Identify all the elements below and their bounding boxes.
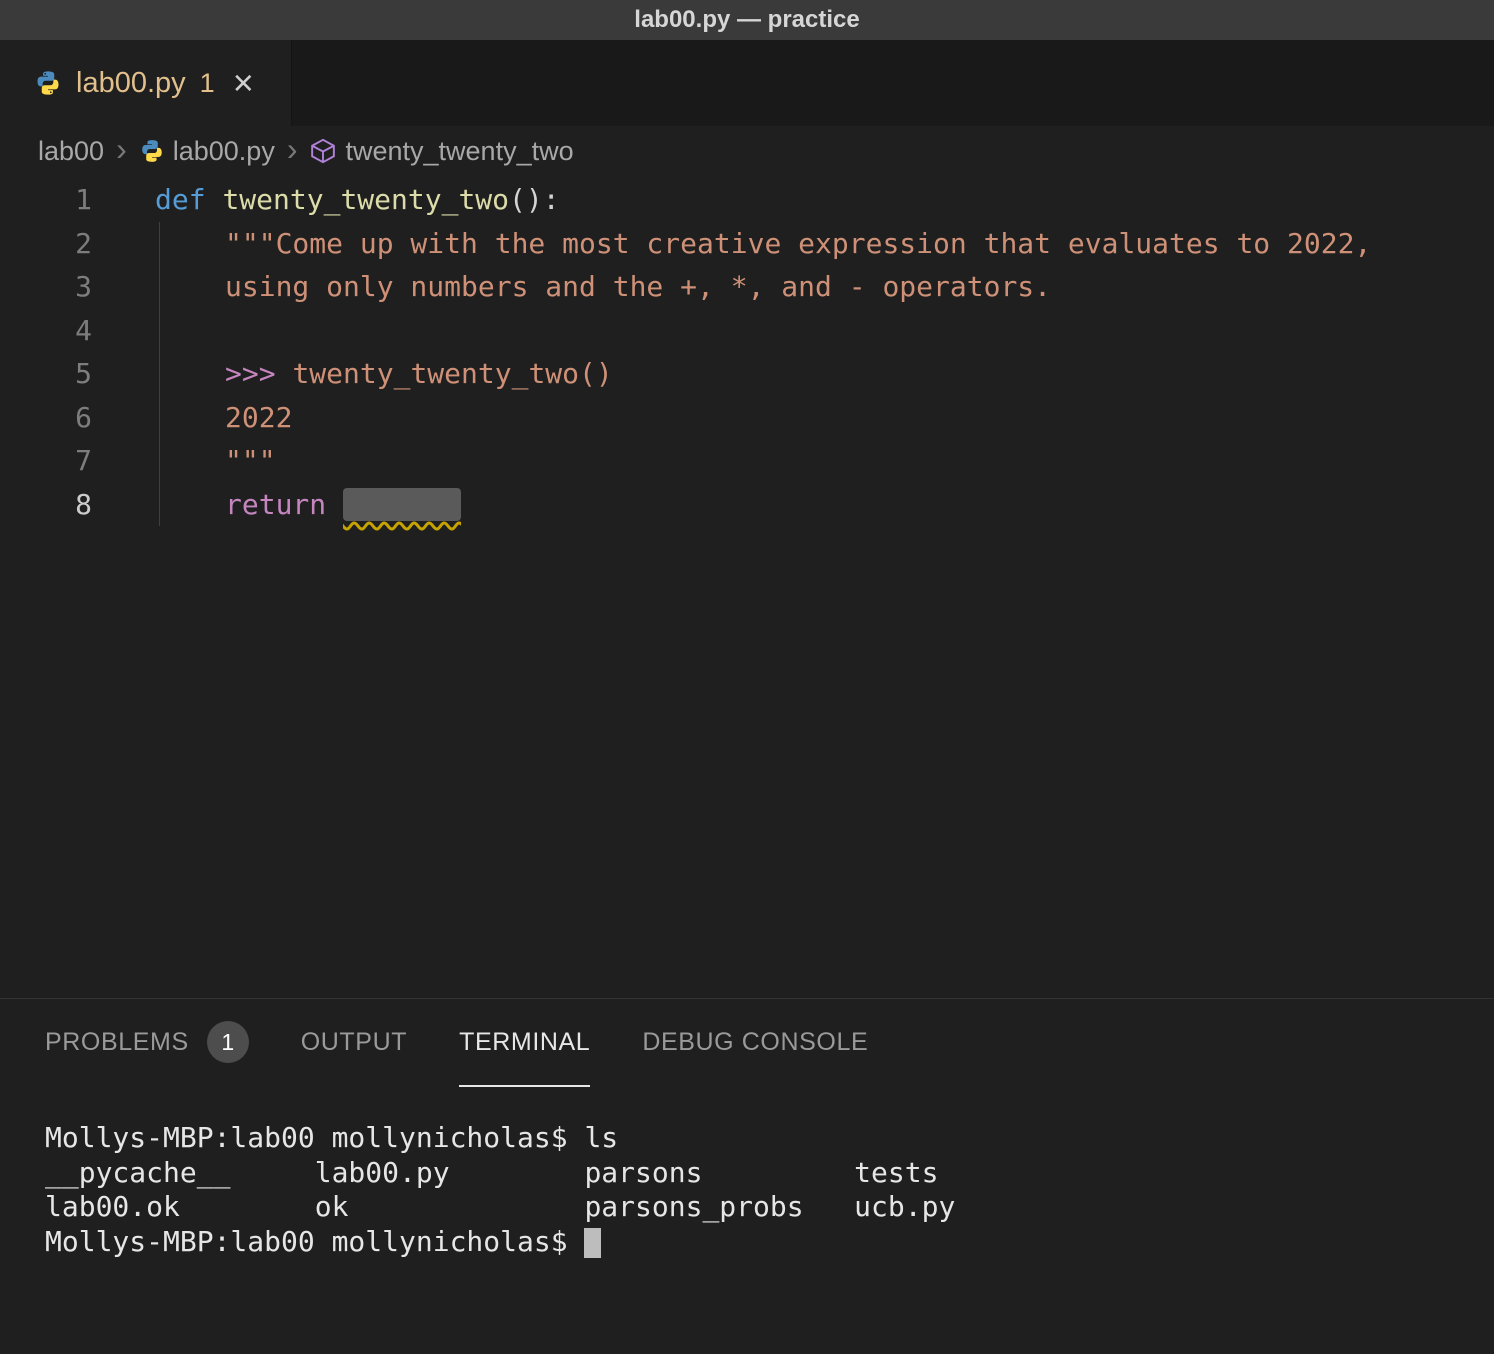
breadcrumb-item-symbol[interactable]: twenty_twenty_two <box>309 136 573 167</box>
code-line[interactable]: 2 """Come up with the most creative expre… <box>0 222 1494 266</box>
line-number: 6 <box>0 396 112 440</box>
code-line-content[interactable]: def twenty_twenty_two(): <box>112 178 560 222</box>
code-line[interactable]: 7 """ <box>0 439 1494 483</box>
window-title: lab00.py — practice <box>634 6 859 34</box>
symbol-cube-icon <box>309 137 337 165</box>
breadcrumb-item-folder[interactable]: lab00 <box>38 136 104 167</box>
line-number: 5 <box>0 352 112 396</box>
tab-modified-badge: 1 <box>200 68 215 99</box>
panel-tab-terminal[interactable]: TERMINAL <box>459 999 590 1087</box>
code-token: >>> <box>225 357 292 390</box>
code-line[interactable]: 4 <box>0 309 1494 353</box>
panel-tab-bar: PROBLEMS 1 OUTPUT TERMINAL DEBUG CONSOLE <box>0 999 1494 1087</box>
breadcrumb-item-file[interactable]: lab00.py <box>139 136 275 167</box>
editor-lines: 1def twenty_twenty_two():2"""Come up wit… <box>0 178 1494 526</box>
indent-guide-icon <box>159 222 225 266</box>
problems-count-badge: 1 <box>207 1021 249 1063</box>
code-token: using only numbers and the +, *, and - o… <box>225 270 1051 303</box>
code-line[interactable]: 1def twenty_twenty_two(): <box>0 178 1494 222</box>
code-line-content[interactable]: return <box>112 483 461 527</box>
code-line-content[interactable]: using only numbers and the +, *, and - o… <box>112 265 1051 309</box>
tab-label: lab00.py <box>76 67 186 100</box>
indent-guide-icon <box>159 483 225 527</box>
code-token <box>326 488 343 521</box>
python-icon <box>34 69 62 97</box>
code-token <box>206 183 223 216</box>
line-number: 7 <box>0 439 112 483</box>
code-token: def <box>155 183 206 216</box>
panel-tab-output[interactable]: OUTPUT <box>301 999 407 1087</box>
code-token: twenty_twenty_two <box>222 183 509 216</box>
code-line[interactable]: 5>>> twenty_twenty_two() <box>0 352 1494 396</box>
line-number: 1 <box>0 178 112 222</box>
close-icon[interactable]: × <box>233 65 254 101</box>
indent-guide-icon <box>159 439 225 483</box>
chevron-right-icon: › <box>275 131 310 172</box>
code-line-content[interactable]: """Come up with the most creative expres… <box>112 222 1371 266</box>
indent-guide-icon <box>159 352 225 396</box>
code-line[interactable]: 3 using only numbers and the +, *, and - … <box>0 265 1494 309</box>
bottom-panel: PROBLEMS 1 OUTPUT TERMINAL DEBUG CONSOLE… <box>0 998 1494 1354</box>
code-line[interactable]: 8 return <box>0 483 1494 527</box>
code-token: 2022 <box>225 401 292 434</box>
editor-tab-bar: lab00.py 1 × <box>0 40 1494 126</box>
indent-guide-icon <box>159 309 225 353</box>
line-number: 3 <box>0 265 112 309</box>
python-icon <box>139 138 165 164</box>
code-token: """Come up with the most creative expres… <box>225 227 1371 260</box>
terminal-output[interactable]: Mollys-MBP:lab00 mollynicholas$ ls__pyca… <box>0 1087 1494 1259</box>
code-line-content[interactable] <box>112 309 225 353</box>
code-line-content[interactable]: """ <box>112 439 276 483</box>
code-line[interactable]: 6 2022 <box>0 396 1494 440</box>
terminal-line: Mollys-MBP:lab00 mollynicholas$ <box>45 1225 1494 1260</box>
tab-lab00py[interactable]: lab00.py 1 × <box>0 40 292 126</box>
terminal-line: Mollys-MBP:lab00 mollynicholas$ ls <box>45 1121 1494 1156</box>
code-token: return <box>225 488 326 521</box>
code-editor[interactable]: 1def twenty_twenty_two():2"""Come up wit… <box>0 176 1494 998</box>
terminal-cursor <box>584 1228 601 1258</box>
code-line-content[interactable]: >>> twenty_twenty_two() <box>112 352 613 396</box>
panel-tab-problems[interactable]: PROBLEMS 1 <box>45 999 249 1087</box>
code-token: (): <box>509 183 560 216</box>
line-number: 2 <box>0 222 112 266</box>
line-number: 8 <box>0 483 112 527</box>
code-token: """ <box>225 444 276 477</box>
indent-guide-icon <box>159 396 225 440</box>
indent-guide-icon <box>159 265 225 309</box>
code-line-content[interactable]: 2022 <box>112 396 292 440</box>
code-token: twenty_twenty_two() <box>292 357 612 390</box>
terminal-line: __pycache__ lab00.py parsons tests <box>45 1156 1494 1191</box>
terminal-line: lab00.ok ok parsons_probs ucb.py <box>45 1190 1494 1225</box>
breadcrumb: lab00 › lab00.py › twenty_twenty_two <box>0 126 1494 176</box>
chevron-right-icon: › <box>104 131 139 172</box>
selection-box <box>343 488 461 521</box>
line-number: 4 <box>0 309 112 353</box>
window-titlebar: lab00.py — practice <box>0 0 1494 40</box>
panel-tab-debug-console[interactable]: DEBUG CONSOLE <box>642 999 868 1087</box>
